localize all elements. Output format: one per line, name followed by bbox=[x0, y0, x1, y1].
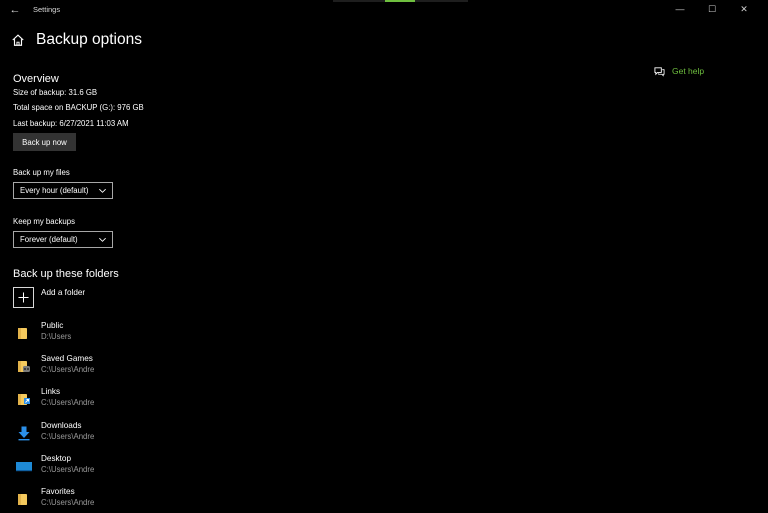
backup-frequency-label: Back up my files bbox=[13, 168, 70, 177]
page-title: Backup options bbox=[36, 31, 142, 48]
keep-backups-value: Forever (default) bbox=[20, 235, 78, 244]
folders-heading: Back up these folders bbox=[13, 268, 119, 280]
total-space-text: Total space on BACKUP (G:): 976 GB bbox=[13, 103, 144, 112]
folder-name: Links bbox=[41, 387, 61, 396]
favorites-folder-icon bbox=[18, 494, 27, 505]
add-folder-label: Add a folder bbox=[41, 288, 86, 297]
plus-icon bbox=[18, 292, 29, 303]
overview-heading: Overview bbox=[13, 73, 59, 85]
add-folder-box[interactable] bbox=[13, 287, 34, 308]
accent-indicator bbox=[385, 0, 415, 2]
chevron-down-icon bbox=[99, 188, 106, 193]
title-bar: ← Settings — ☐ ✕ bbox=[0, 0, 768, 20]
backup-frequency-value: Every hour (default) bbox=[20, 186, 89, 195]
desktop-icon bbox=[16, 462, 32, 472]
back-up-now-button[interactable]: Back up now bbox=[13, 133, 76, 151]
chevron-down-icon bbox=[99, 237, 106, 242]
backup-size-text: Size of backup: 31.6 GB bbox=[13, 88, 98, 97]
window-title: Settings bbox=[33, 5, 61, 14]
folder-path: C:\Users\Andre bbox=[41, 398, 95, 407]
title-accent-strip bbox=[333, 0, 468, 2]
folder-item-downloads[interactable]: Downloads C:\Users\Andre bbox=[15, 421, 155, 447]
folder-path: C:\Users\Andre bbox=[41, 498, 95, 507]
chat-help-icon bbox=[654, 66, 665, 77]
maximize-button[interactable]: ☐ bbox=[703, 2, 721, 16]
folder-item-links[interactable]: Links C:\Users\Andre bbox=[15, 387, 155, 413]
public-folder-icon bbox=[18, 328, 27, 339]
folder-path: D:\Users bbox=[41, 332, 72, 341]
folder-path: C:\Users\Andre bbox=[41, 365, 95, 374]
keep-backups-label: Keep my backups bbox=[13, 217, 75, 226]
folder-item-desktop[interactable]: Desktop C:\Users\Andre bbox=[15, 454, 155, 480]
links-folder-icon bbox=[18, 394, 30, 405]
folder-name: Downloads bbox=[41, 421, 82, 430]
downloads-icon bbox=[18, 426, 30, 441]
back-button[interactable]: ← bbox=[8, 3, 22, 17]
folder-name: Desktop bbox=[41, 454, 72, 463]
saved-games-folder-icon bbox=[18, 361, 30, 372]
folder-item-favorites[interactable]: Favorites C:\Users\Andre bbox=[15, 487, 155, 513]
last-backup-text: Last backup: 6/27/2021 11:03 AM bbox=[13, 119, 129, 128]
folder-name: Public bbox=[41, 321, 64, 330]
home-icon[interactable] bbox=[11, 33, 25, 47]
get-help-link[interactable]: Get help bbox=[654, 64, 704, 78]
folder-name: Saved Games bbox=[41, 354, 93, 363]
backup-frequency-dropdown[interactable]: Every hour (default) bbox=[13, 182, 113, 199]
folder-path: C:\Users\Andre bbox=[41, 465, 95, 474]
folder-name: Favorites bbox=[41, 487, 75, 496]
folder-item-saved-games[interactable]: Saved Games C:\Users\Andre bbox=[15, 354, 155, 380]
close-button[interactable]: ✕ bbox=[735, 2, 753, 16]
get-help-label[interactable]: Get help bbox=[672, 66, 704, 76]
keep-backups-dropdown[interactable]: Forever (default) bbox=[13, 231, 113, 248]
folder-item-public[interactable]: Public D:\Users bbox=[15, 321, 155, 347]
minimize-button[interactable]: — bbox=[671, 2, 689, 16]
folder-path: C:\Users\Andre bbox=[41, 432, 95, 441]
